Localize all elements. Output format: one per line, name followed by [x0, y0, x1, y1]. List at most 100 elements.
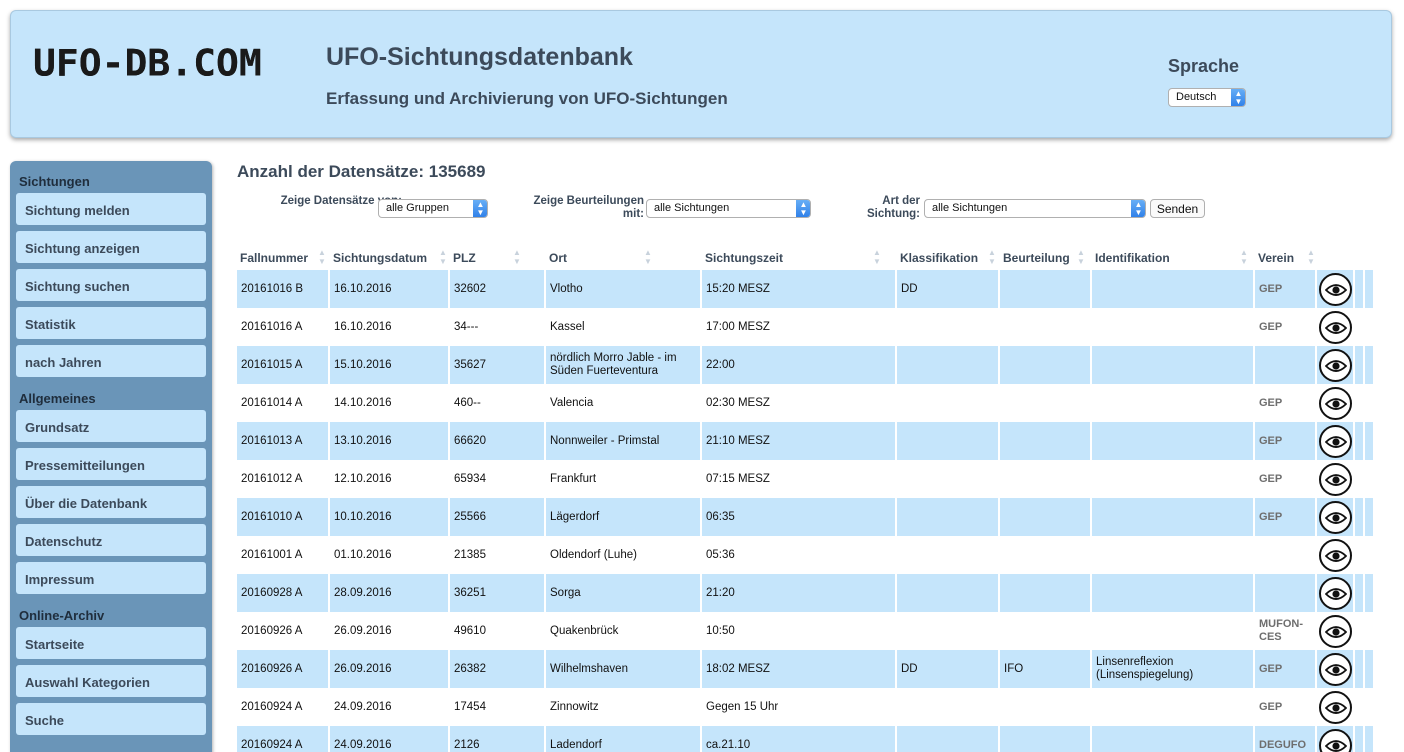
table-row[interactable]: 20161010 A 10.10.2016 25566 Lägerdorf 06:35 G… [237, 498, 1373, 536]
sidebar-item-datenschutz[interactable]: Datenschutz [16, 524, 206, 556]
cell-fallnummer: 20160924 A [237, 726, 330, 752]
cell-beurteilung [1000, 308, 1092, 346]
table-row[interactable]: 20161001 A 01.10.2016 21385 Oldendorf (Luhe… [237, 536, 1373, 574]
cell-plz: 2126 [450, 726, 546, 752]
cell-identifikation: Linsenreflexion (Linsenspiegelung) [1092, 650, 1255, 688]
cell-fallnummer: 20161016 B [237, 270, 330, 308]
sidebar-section-title: Allgemeines [19, 391, 96, 406]
cell-divider [1363, 498, 1365, 536]
sort-arrows-icon[interactable]: ▲ ▼ [513, 248, 523, 266]
cell-klassifikation [897, 346, 1000, 384]
cell-identifikation [1092, 498, 1255, 536]
cell-verein: DEGUFO [1259, 738, 1307, 751]
eye-icon[interactable] [1319, 311, 1352, 344]
cell-identifikation [1092, 688, 1255, 726]
eye-icon[interactable] [1319, 615, 1352, 648]
sidebar-item-nach-jahren[interactable]: nach Jahren [16, 345, 206, 377]
eye-icon[interactable] [1319, 425, 1352, 458]
language-select[interactable]: Deutsch ▲ ▼ [1168, 88, 1246, 107]
cell-divider [1315, 726, 1317, 752]
sidebar-item-grundsatz[interactable]: Grundsatz [16, 410, 206, 442]
eye-icon[interactable] [1319, 577, 1352, 610]
eye-icon[interactable] [1319, 729, 1352, 752]
cell-beurteilung [1000, 726, 1092, 752]
sidebar-item-sichtung-anzeigen[interactable]: Sichtung anzeigen [16, 231, 206, 263]
column-header-identifikation[interactable]: Identifikation [1095, 251, 1170, 265]
site-logo[interactable]: UFO-DB.COM [33, 42, 262, 84]
column-header-verein[interactable]: Verein [1258, 251, 1294, 265]
table-row[interactable]: 20161012 A 12.10.2016 65934 Frankfurt 07:15 … [237, 460, 1373, 498]
sort-arrows-icon[interactable]: ▲ ▼ [873, 248, 883, 266]
cell-sichtungszeit: Gegen 15 Uhr [706, 700, 779, 713]
eye-icon[interactable] [1319, 387, 1352, 420]
cell-sichtungsdatum: 16.10.2016 [334, 320, 392, 333]
cell-beurteilung [1000, 346, 1092, 384]
cell-fallnummer: 20161012 A [241, 472, 303, 485]
eye-icon[interactable] [1319, 691, 1352, 724]
column-header-ort[interactable]: Ort [549, 251, 567, 265]
cell-verein: GEP [1259, 510, 1283, 523]
column-header-fallnummer[interactable]: Fallnummer [240, 251, 308, 265]
table-row[interactable]: 20160926 A 26.09.2016 26382 Wilhelmshaven 18… [237, 650, 1373, 688]
table-row[interactable]: 20160928 A 28.09.2016 36251 Sorga 21:20 [237, 574, 1373, 612]
table-row[interactable]: 20160924 A 24.09.2016 2126 Ladendorf ca.21.1… [237, 726, 1373, 752]
eye-icon[interactable] [1319, 273, 1352, 306]
sidebar-item-auswahl-kategorien[interactable]: Auswahl Kategorien [16, 665, 206, 697]
sidebar-item-über-die-datenbank[interactable]: Über die Datenbank [16, 486, 206, 518]
eye-icon[interactable] [1319, 501, 1352, 534]
cell-plz: 26382 [450, 650, 546, 688]
cell-ort: Quakenbrück [550, 624, 619, 637]
table-row[interactable]: 20161014 A 14.10.2016 460-- Valencia 02:30 M… [237, 384, 1373, 422]
type-filter-select[interactable]: alle Sichtungen ▲ ▼ [924, 199, 1146, 218]
column-header-sichtungszeit[interactable]: Sichtungszeit [705, 251, 783, 265]
sort-arrows-icon[interactable]: ▲ ▼ [439, 248, 449, 266]
sidebar-item-statistik[interactable]: Statistik [16, 307, 206, 339]
table-row[interactable]: 20160926 A 26.09.2016 49610 Quakenbrück 10:5… [237, 612, 1373, 650]
table-row[interactable]: 20160924 A 24.09.2016 17454 Zinnowitz Gegen … [237, 688, 1373, 726]
sidebar-item-pressemitteilungen[interactable]: Pressemitteilungen [16, 448, 206, 480]
send-button[interactable]: Senden [1150, 199, 1205, 218]
sort-arrows-icon[interactable]: ▲ ▼ [1307, 248, 1317, 266]
column-header-plz[interactable]: PLZ [453, 251, 476, 265]
table-row[interactable]: 20161016 B 16.10.2016 32602 Vlotho 15:20 MES… [237, 270, 1373, 308]
sort-arrows-icon[interactable]: ▲ ▼ [988, 248, 998, 266]
cell-sichtungsdatum: 26.09.2016 [330, 650, 450, 688]
sightings-table: Fallnummer ▲ ▼ Sichtungsdatum ▲ ▼ PLZ ▲ ▼ Ort ▲ ▼ Si… [237, 246, 1373, 752]
sort-arrows-icon[interactable]: ▲ ▼ [644, 248, 654, 266]
cell-identifikation [1092, 536, 1255, 574]
sidebar-section-title: Sichtungen [19, 174, 90, 189]
cell-sichtungsdatum: 24.09.2016 [330, 726, 450, 752]
table-row[interactable]: 20161016 A 16.10.2016 34--- Kassel 17:00 MES… [237, 308, 1373, 346]
column-header-klassifikation[interactable]: Klassifikation [900, 251, 978, 265]
eye-icon[interactable] [1319, 653, 1352, 686]
column-header-beurteilung[interactable]: Beurteilung [1003, 251, 1070, 265]
type-filter-value: alle Sichtungen [932, 202, 1008, 214]
cell-identifikation [1092, 574, 1255, 612]
rating-filter-select[interactable]: alle Sichtungen ▲ ▼ [646, 199, 811, 218]
column-header-sichtungsdatum[interactable]: Sichtungsdatum [333, 251, 427, 265]
sidebar-item-impressum[interactable]: Impressum [16, 562, 206, 594]
eye-icon[interactable] [1319, 539, 1352, 572]
rating-filter-label: Zeige Beurteilungen mit: [533, 195, 644, 220]
cell-divider [1363, 346, 1365, 384]
eye-icon[interactable] [1319, 463, 1352, 496]
cell-plz: 32602 [450, 270, 546, 308]
sidebar-item-sichtung-suchen[interactable]: Sichtung suchen [16, 269, 206, 301]
groups-filter-select[interactable]: alle Gruppen ▲ ▼ [378, 199, 488, 218]
eye-icon[interactable] [1319, 349, 1352, 382]
cell-ort: nördlich Morro Jable - im Süden Fuerteve… [546, 346, 702, 384]
sort-arrows-icon[interactable]: ▲ ▼ [318, 248, 328, 266]
cell-klassifikation [897, 422, 1000, 460]
cell-sichtungszeit: 21:20 [702, 574, 897, 612]
sidebar-item-suche[interactable]: Suche [16, 703, 206, 735]
sidebar-item-startseite[interactable]: Startseite [16, 627, 206, 659]
sort-arrows-icon[interactable]: ▲ ▼ [1240, 248, 1250, 266]
table-row[interactable]: 20161015 A 15.10.2016 35627 nördlich Morro … [237, 346, 1373, 384]
select-arrows-icon: ▲ ▼ [1231, 89, 1245, 106]
cell-divider [1315, 650, 1317, 688]
table-row[interactable]: 20161013 A 13.10.2016 66620 Nonnweiler - Pr… [237, 422, 1373, 460]
cell-ort: Oldendorf (Luhe) [550, 548, 637, 561]
cell-ort: Frankfurt [550, 472, 597, 485]
sidebar-item-sichtung-melden[interactable]: Sichtung melden [16, 193, 206, 225]
sort-arrows-icon[interactable]: ▲ ▼ [1077, 248, 1087, 266]
